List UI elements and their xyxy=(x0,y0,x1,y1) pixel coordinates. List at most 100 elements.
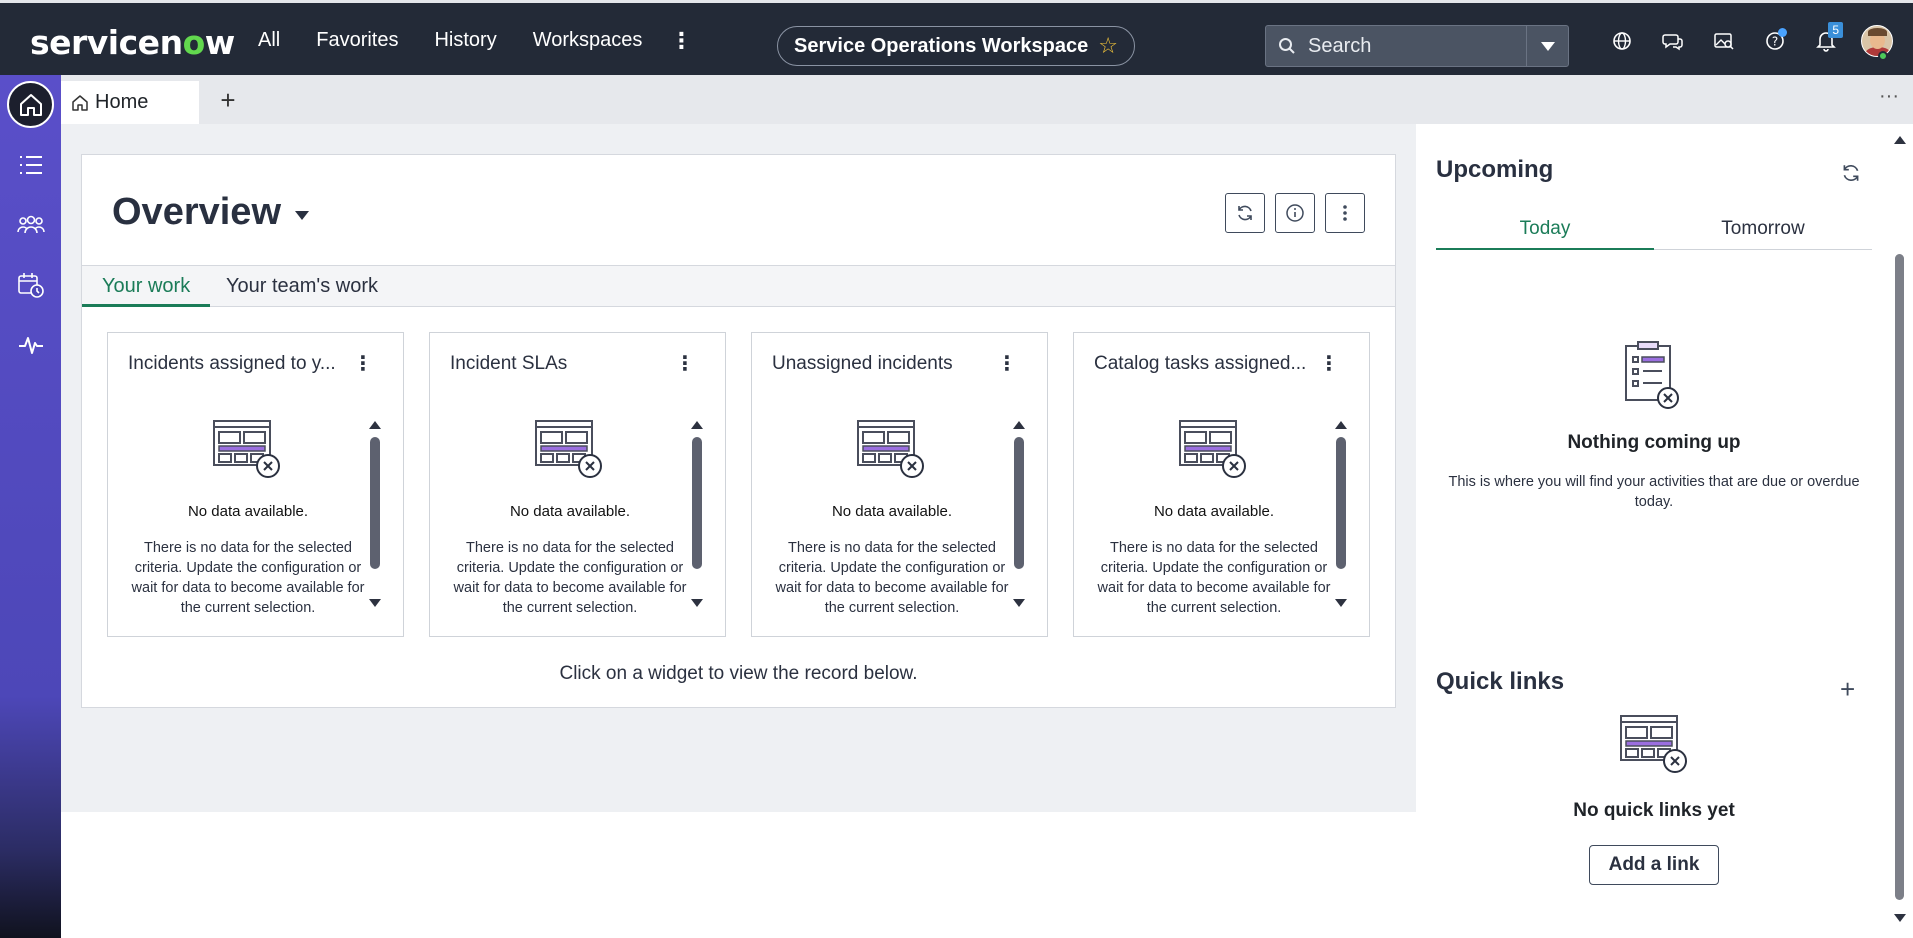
widget-menu-icon[interactable]: ⋮ xyxy=(675,351,695,376)
widget-scrollbar[interactable] xyxy=(369,421,381,607)
rail-activity-button[interactable] xyxy=(7,321,54,368)
widget-card[interactable]: Unassigned incidents ⋮ No data available… xyxy=(751,332,1048,637)
nav-history[interactable]: History xyxy=(434,29,496,52)
tab-tomorrow[interactable]: Tomorrow xyxy=(1654,218,1872,250)
page-scrollbar[interactable] xyxy=(1893,124,1907,938)
search-placeholder: Search xyxy=(1308,34,1372,57)
nav-favorites[interactable]: Favorites xyxy=(316,29,398,52)
top-navigation-bar: servicenow All Favorites History Workspa… xyxy=(0,0,1913,75)
rail-teams-button[interactable] xyxy=(7,201,54,248)
no-data-message: No data available. xyxy=(187,503,309,520)
more-options-button[interactable] xyxy=(1325,193,1365,233)
top-right-icons: ? 5 xyxy=(1596,3,1902,78)
scroll-down-icon[interactable] xyxy=(1894,914,1906,922)
workspace-title-pill[interactable]: Service Operations Workspace ☆ xyxy=(777,26,1135,66)
rail-list-button[interactable] xyxy=(7,141,54,188)
no-data-description: There is no data for the selected criter… xyxy=(1097,540,1331,616)
avatar xyxy=(1860,24,1893,57)
refresh-button[interactable] xyxy=(1225,193,1265,233)
rail-schedule-button[interactable] xyxy=(7,261,54,308)
search-input[interactable]: Search xyxy=(1266,26,1526,66)
add-tab-button[interactable]: + xyxy=(213,85,243,115)
home-icon xyxy=(19,93,42,116)
widget-scrollbar[interactable] xyxy=(691,421,703,607)
no-data-message: No data available. xyxy=(1153,503,1275,520)
add-link-button[interactable]: Add a link xyxy=(1589,845,1719,885)
widget-title: Incidents assigned to y... xyxy=(128,353,336,374)
widget-title: Catalog tasks assigned... xyxy=(1094,353,1307,374)
right-side-panel: Upcoming Today Tomorrow Nothing coming u… xyxy=(1416,124,1896,938)
widget-scrollbar[interactable] xyxy=(1013,421,1025,607)
pulse-icon xyxy=(18,336,43,354)
tab-your-teams-work[interactable]: Your team's work xyxy=(206,266,398,307)
tab-overflow-icon[interactable]: ··· xyxy=(1879,85,1899,108)
tab-home-label: Home xyxy=(95,91,149,113)
info-icon xyxy=(1286,204,1304,222)
widget-menu-icon[interactable]: ⋮ xyxy=(997,351,1017,376)
no-data-illustration-icon xyxy=(535,420,602,478)
overview-card: Overview Your work Your team's work Inci… xyxy=(81,154,1396,708)
no-data-illustration-icon xyxy=(1179,420,1246,478)
language-button[interactable] xyxy=(1596,3,1647,78)
widget-menu-icon[interactable]: ⋮ xyxy=(353,351,373,376)
nav-workspaces[interactable]: Workspaces xyxy=(533,29,643,52)
no-data-message: No data available. xyxy=(509,503,631,520)
no-data-message: No data available. xyxy=(831,503,953,520)
add-quick-link-icon[interactable]: + xyxy=(1840,674,1855,705)
nav-menu: All Favorites History Workspaces ⋮ xyxy=(258,3,692,78)
globe-icon xyxy=(1612,31,1631,50)
list-icon xyxy=(19,155,42,174)
tab-home[interactable]: Home xyxy=(61,81,199,124)
favorite-star-icon[interactable]: ☆ xyxy=(1098,33,1118,59)
no-data-illustration-icon xyxy=(213,420,280,478)
no-data-description: There is no data for the selected criter… xyxy=(453,540,687,616)
home-icon xyxy=(72,94,88,111)
tab-today[interactable]: Today xyxy=(1436,218,1654,250)
people-group-icon xyxy=(16,215,45,233)
rail-home-button[interactable] xyxy=(7,81,54,128)
notifications-button[interactable]: 5 xyxy=(1800,3,1851,78)
image-search-icon xyxy=(1713,32,1734,50)
workspace-tab-strip: Home + ··· xyxy=(61,75,1913,124)
chat-icon xyxy=(1661,33,1683,50)
nav-more-icon[interactable]: ⋮ xyxy=(670,28,692,54)
no-data-description: There is no data for the selected criter… xyxy=(775,540,1009,616)
overview-tab-bar: Your work Your team's work xyxy=(82,265,1395,307)
notification-count-badge: 5 xyxy=(1828,22,1843,38)
widget-title: Incident SLAs xyxy=(450,353,568,374)
left-navigation-rail xyxy=(0,75,61,938)
caret-down-icon xyxy=(295,211,309,220)
user-menu-button[interactable] xyxy=(1851,3,1902,78)
screenshot-button[interactable] xyxy=(1698,3,1749,78)
servicenow-logo[interactable]: servicenow xyxy=(30,23,235,62)
upcoming-heading: Upcoming xyxy=(1436,156,1554,183)
help-button[interactable]: ? xyxy=(1749,3,1800,78)
search-scope-dropdown[interactable] xyxy=(1526,26,1568,66)
svg-text:?: ? xyxy=(1771,34,1777,48)
widget-card[interactable]: Incidents assigned to y... ⋮ No data ava… xyxy=(107,332,404,637)
scroll-up-icon[interactable] xyxy=(1894,136,1906,144)
empty-state-title: Nothing coming up xyxy=(1567,432,1741,453)
scroll-thumb[interactable] xyxy=(1895,254,1904,900)
widget-scrollbar[interactable] xyxy=(1335,421,1347,607)
widget-menu-icon[interactable]: ⋮ xyxy=(1319,351,1339,376)
widget-card[interactable]: Catalog tasks assigned... ⋮ No data avai… xyxy=(1073,332,1370,637)
refresh-icon[interactable] xyxy=(1840,162,1862,184)
page-title: Overview xyxy=(112,191,281,233)
overview-title-dropdown[interactable]: Overview xyxy=(112,191,309,234)
no-data-description: There is no data for the selected criter… xyxy=(131,540,365,616)
upcoming-tab-bar: Today Tomorrow xyxy=(1436,218,1872,250)
global-search[interactable]: Search xyxy=(1265,25,1569,67)
widget-card[interactable]: Incident SLAs ⋮ No data available. There… xyxy=(429,332,726,637)
vertical-ellipsis-icon xyxy=(1343,205,1347,221)
tab-your-work[interactable]: Your work xyxy=(82,266,211,307)
nav-all[interactable]: All xyxy=(258,29,280,52)
chat-button[interactable] xyxy=(1647,3,1698,78)
refresh-icon xyxy=(1238,205,1252,221)
info-button[interactable] xyxy=(1275,193,1315,233)
overview-actions xyxy=(1225,193,1365,233)
calendar-clock-icon xyxy=(17,272,44,298)
no-data-illustration-icon xyxy=(857,420,924,478)
widget-title: Unassigned incidents xyxy=(772,353,953,374)
workspace-title: Service Operations Workspace xyxy=(794,34,1089,57)
